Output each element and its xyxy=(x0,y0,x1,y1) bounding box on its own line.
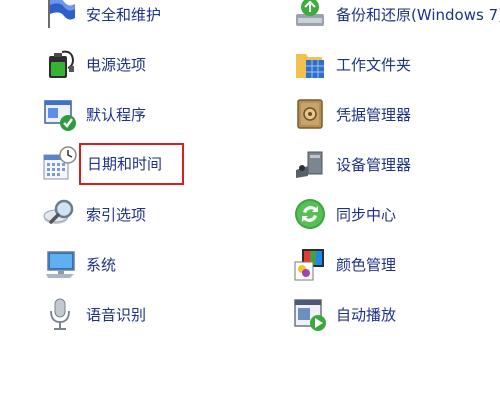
sync-center-label: 同步中心 xyxy=(336,205,397,224)
vault-icon xyxy=(297,99,323,129)
security-maintenance-label: 安全和维护 xyxy=(86,5,162,24)
date-time-item[interactable]: 日期和时间 xyxy=(42,143,185,185)
backup-icon xyxy=(296,0,324,26)
device-manager-label: 设备管理器 xyxy=(336,155,412,174)
color-management-icon xyxy=(294,249,324,281)
system-item[interactable]: 系统 xyxy=(42,244,116,284)
device-manager-icon xyxy=(296,151,323,178)
autoplay-icon xyxy=(294,299,326,331)
color-management-label: 颜色管理 xyxy=(336,255,397,274)
work-folders-label: 工作文件夹 xyxy=(336,55,412,74)
color-management-item[interactable]: 颜色管理 xyxy=(292,244,396,284)
magnifier-icon xyxy=(43,199,74,224)
work-folder-icon xyxy=(296,54,324,78)
system-label: 系统 xyxy=(86,255,117,274)
speech-recognition-label: 语音识别 xyxy=(86,305,147,324)
credential-manager-label: 凭据管理器 xyxy=(336,105,412,124)
control-panel: 安全和维护 电源选项 默认程序 日期和时间 索引选项 系统 语音识别 备份和还原… xyxy=(0,0,500,400)
microphone-icon xyxy=(50,298,70,330)
power-options-item[interactable]: 电源选项 xyxy=(42,44,146,84)
security-maintenance-item[interactable]: 安全和维护 xyxy=(42,0,161,34)
monitor-icon xyxy=(46,251,75,278)
autoplay-label: 自动播放 xyxy=(336,305,397,324)
calendar-clock-icon xyxy=(43,146,77,180)
sync-center-item[interactable]: 同步中心 xyxy=(292,194,396,234)
work-folders-item[interactable]: 工作文件夹 xyxy=(292,44,411,84)
autoplay-item[interactable]: 自动播放 xyxy=(292,294,396,334)
power-options-label: 电源选项 xyxy=(86,55,147,74)
default-programs-item[interactable]: 默认程序 xyxy=(42,94,146,134)
indexing-options-label: 索引选项 xyxy=(86,205,147,224)
sync-icon xyxy=(295,199,325,229)
backup-restore-item[interactable]: 备份和还原(Windows 7) xyxy=(292,0,500,34)
date-time-label: 日期和时间 xyxy=(78,143,185,185)
battery-icon xyxy=(49,50,75,78)
default-programs-label: 默认程序 xyxy=(86,105,147,124)
indexing-options-item[interactable]: 索引选项 xyxy=(42,194,146,234)
default-programs-icon xyxy=(44,100,76,131)
speech-recognition-item[interactable]: 语音识别 xyxy=(42,294,146,334)
device-manager-item[interactable]: 设备管理器 xyxy=(292,144,411,184)
credential-manager-item[interactable]: 凭据管理器 xyxy=(292,94,411,134)
flag-icon xyxy=(48,0,75,28)
backup-restore-label: 备份和还原(Windows 7) xyxy=(336,5,500,24)
